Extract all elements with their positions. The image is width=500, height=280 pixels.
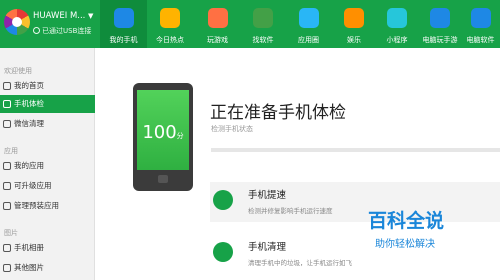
checkup-icon [3, 100, 11, 108]
nav-item-1[interactable]: 今日热点 [147, 0, 193, 48]
miniapp-icon [387, 8, 407, 28]
nav-label: 我的手机 [109, 36, 138, 44]
star-icon [160, 8, 180, 28]
circle-icon [299, 8, 319, 28]
device-status-text: 已通过USB连接 [42, 27, 92, 35]
nav-item-7[interactable]: 电脑玩手游 [419, 0, 461, 48]
controller-icon [430, 8, 450, 28]
broom-icon [213, 242, 233, 262]
gift-icon [344, 8, 364, 28]
sidebar-item-other-images[interactable]: 其他图片 [0, 259, 95, 277]
sidebar-item-label: 手机相册 [14, 243, 44, 252]
card-title: 手机提速 [248, 190, 287, 201]
sidebar-item-preinstalled[interactable]: 管理预装应用 [0, 197, 95, 215]
gamepad-icon [208, 8, 228, 28]
sidebar-item-label: 我的应用 [14, 161, 44, 170]
preinstall-icon [3, 202, 11, 210]
watermark-title: 百科全说 [368, 210, 445, 232]
chevron-down-icon[interactable]: ▼ [88, 12, 93, 20]
check-icon [33, 27, 40, 34]
sidebar: 欢迎使用 我的首页 手机体检 微信清理 应用 我的应用 可升级应用 管理预装应用… [0, 48, 95, 280]
device-name: HUAWEI M... [33, 11, 86, 21]
watermark-subtitle: 助你轻松解决 [375, 239, 435, 250]
camera-icon [3, 244, 11, 252]
nav-item-4[interactable]: 应用圈 [284, 0, 333, 48]
upgrade-icon [3, 182, 11, 190]
card-description: 清理手机中的垃圾，让手机运行如飞 [248, 259, 352, 267]
device-selector[interactable]: HUAWEI M... ▼ 已通过USB连接 [0, 0, 100, 48]
nav-label: 电脑软件 [466, 36, 495, 44]
top-nav-bar: HUAWEI M... ▼ 已通过USB连接 我的手机 今日热点 玩游戏 找软件 应用圈… [0, 0, 500, 48]
wechat-icon [3, 120, 11, 128]
nav-item-8[interactable]: 电脑软件 [461, 0, 500, 48]
score-value: 100 [142, 122, 177, 143]
rocket-icon [213, 190, 233, 210]
nav-label: 玩游戏 [207, 36, 228, 44]
score-unit: 分 [176, 132, 184, 140]
card-title: 手机清理 [248, 242, 287, 253]
sidebar-section-images: 图片 [4, 229, 18, 237]
sidebar-item-label: 管理预装应用 [14, 201, 59, 210]
nav-item-5[interactable]: 娱乐 [333, 0, 375, 48]
home-icon [3, 82, 11, 90]
sidebar-item-label: 其他图片 [14, 263, 44, 272]
sidebar-item-wechat-clean[interactable]: 微信清理 [0, 115, 95, 133]
sidebar-item-label: 可升级应用 [14, 181, 52, 190]
page-subtitle: 检测手机状态 [211, 125, 253, 133]
sidebar-item-label: 我的首页 [14, 81, 44, 90]
nav-item-6[interactable]: 小程序 [375, 0, 419, 48]
phone-home-button [158, 175, 168, 183]
nav-label: 今日热点 [156, 36, 184, 44]
sidebar-section-welcome: 欢迎使用 [4, 67, 32, 75]
sidebar-item-upgradable[interactable]: 可升级应用 [0, 177, 95, 195]
phone-illustration: 100分 [133, 83, 193, 191]
nav-label: 电脑玩手游 [422, 36, 458, 44]
device-logo-icon [4, 9, 30, 35]
device-connection-status: 已通过USB连接 [33, 26, 91, 36]
sidebar-item-home[interactable]: 我的首页 [0, 77, 95, 95]
android-icon [253, 8, 273, 28]
nav-item-3[interactable]: 找软件 [242, 0, 284, 48]
health-score: 100分 [139, 122, 187, 143]
phone-icon [114, 8, 134, 28]
nav-item-2[interactable]: 玩游戏 [193, 0, 242, 48]
sidebar-item-album[interactable]: 手机相册 [0, 239, 95, 257]
grid-icon [471, 8, 491, 28]
checkup-progress-bar [211, 148, 500, 152]
page-title: 正在准备手机体检 [210, 103, 346, 123]
image-icon [3, 264, 11, 272]
nav-label: 应用圈 [298, 36, 319, 44]
sidebar-item-label: 微信清理 [14, 119, 44, 128]
nav-label: 找软件 [252, 36, 274, 44]
nav-label: 小程序 [386, 36, 408, 44]
sidebar-item-my-apps[interactable]: 我的应用 [0, 157, 95, 175]
watermark: 百科全说 助你轻松解决 [348, 200, 468, 260]
sidebar-section-apps: 应用 [4, 147, 18, 155]
phone-screen: 100分 [137, 90, 189, 170]
apps-icon [3, 162, 11, 170]
nav-label: 娱乐 [347, 36, 361, 44]
card-description: 检测并修复影响手机运行速度 [248, 207, 333, 215]
nav-item-0[interactable]: 我的手机 [100, 0, 147, 48]
sidebar-item-checkup[interactable]: 手机体检 [0, 95, 95, 113]
sidebar-item-label: 手机体检 [14, 99, 44, 108]
